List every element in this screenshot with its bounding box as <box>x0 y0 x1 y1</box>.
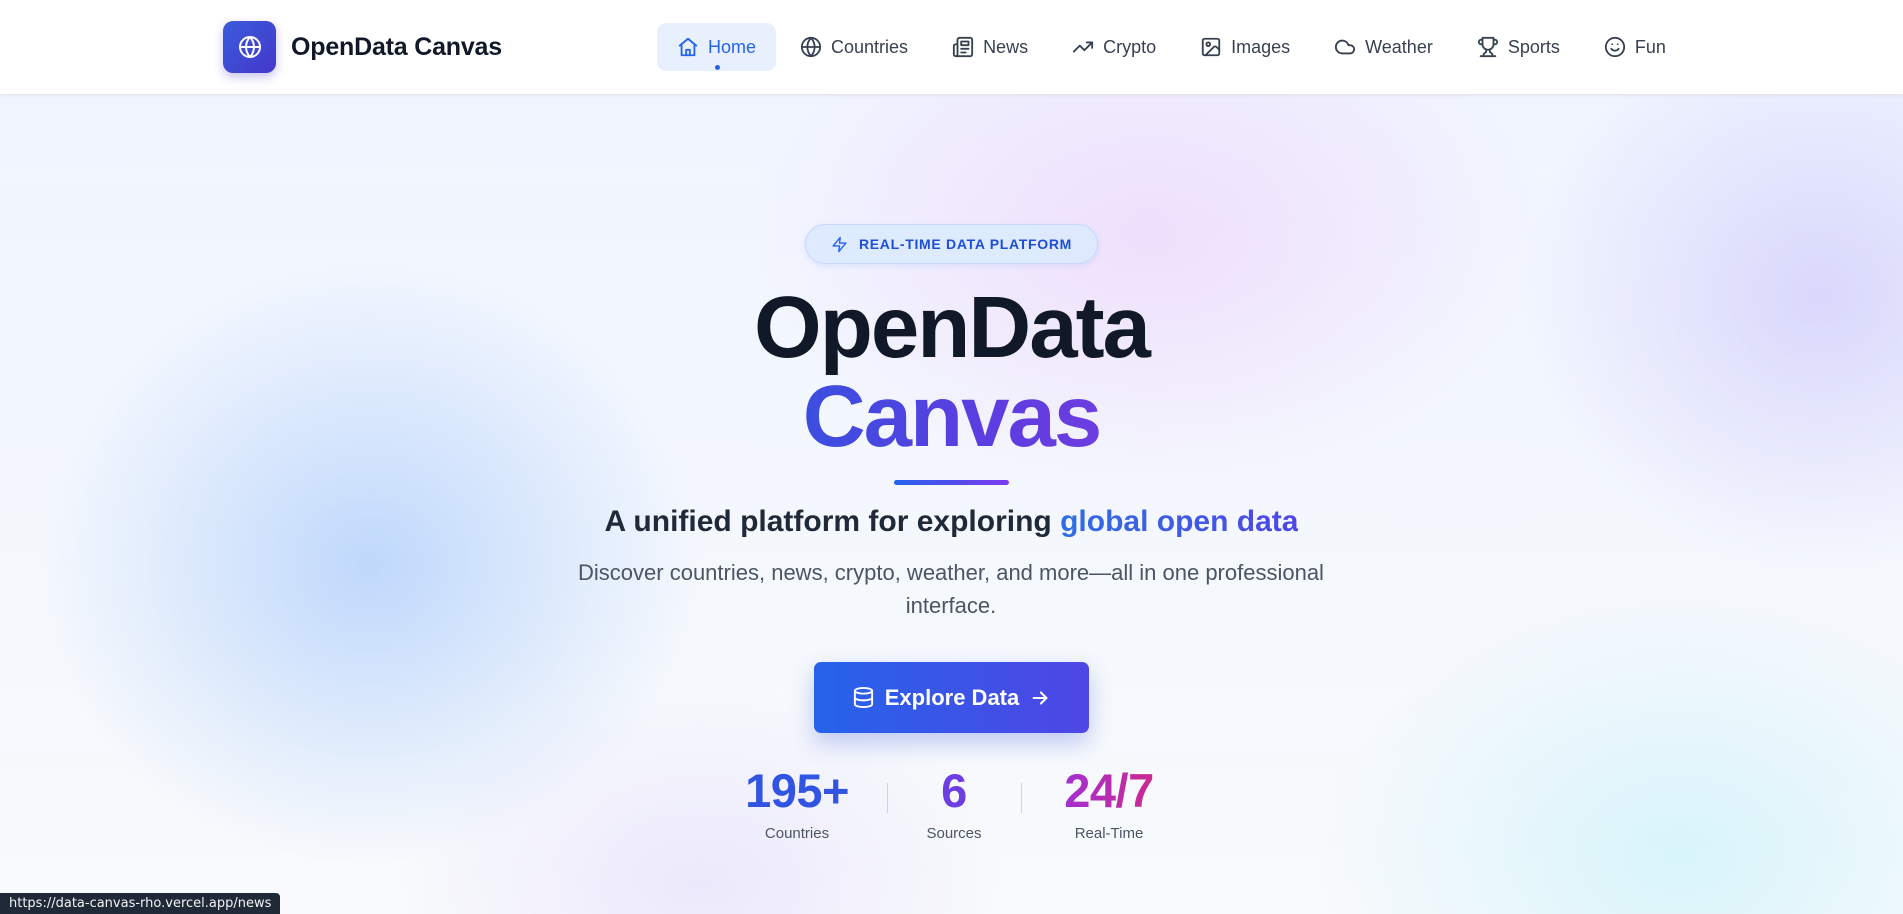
stat-label: Sources <box>926 825 982 842</box>
hero-title-accent: Canvas <box>802 368 1103 465</box>
stat-value: 6 <box>941 764 967 817</box>
nav-item-crypto[interactable]: Crypto <box>1052 23 1176 71</box>
zap-icon <box>832 236 847 252</box>
tagline-accent: global open data <box>1060 505 1299 538</box>
nav-item-sports[interactable]: Sports <box>1457 23 1580 71</box>
arrow-right-icon <box>1032 690 1048 705</box>
explore-data-label: Explore Data <box>884 684 1020 710</box>
image-icon <box>1201 37 1221 57</box>
tagline-prefix: A unified platform for exploring <box>604 505 1061 538</box>
nav-item-images[interactable]: Images <box>1180 23 1310 71</box>
stat-realtime: 24/7 Real-Time <box>1029 765 1189 843</box>
nav-item-label: Sports <box>1507 36 1560 57</box>
nav-item-fun[interactable]: Fun <box>1584 23 1686 71</box>
explore-data-button[interactable]: Explore Data <box>814 662 1089 733</box>
nav-item-news[interactable]: News <box>932 23 1048 71</box>
stat-label: Countries <box>764 825 830 842</box>
stat-sources: 6 Sources <box>874 764 1034 843</box>
stat-divider <box>1021 783 1022 813</box>
nav-item-label: News <box>983 36 1029 57</box>
brand-name: OpenData Canvas <box>291 32 502 61</box>
nav-item-label: Fun <box>1634 36 1666 57</box>
link-preview-status: https://data-canvas-rho.vercel.app/news <box>0 893 281 914</box>
brand-logo <box>223 21 276 73</box>
hero-title-line1: OpenData <box>754 279 1151 376</box>
newspaper-icon <box>952 36 974 58</box>
globe-icon <box>238 36 261 58</box>
top-navbar: OpenData Canvas Home Countries News Cryp… <box>0 0 1903 95</box>
database-icon <box>853 686 873 709</box>
trophy-icon <box>1477 36 1498 58</box>
badge-label: REAL-TIME DATA PLATFORM <box>858 236 1073 252</box>
stat-value: 195+ <box>745 764 849 817</box>
brand[interactable]: OpenData Canvas <box>223 21 502 73</box>
realtime-badge: REAL-TIME DATA PLATFORM <box>805 224 1098 264</box>
hero-section: REAL-TIME DATA PLATFORM OpenData Canvas … <box>0 95 1903 914</box>
stats-row: 195+ Countries 6 Sources 24/7 Real-Time <box>0 765 1903 845</box>
title-underline <box>894 480 1009 485</box>
nav-item-home[interactable]: Home <box>657 23 777 71</box>
nav-item-label: Countries <box>831 36 909 57</box>
hero-title-line2: Canvas <box>0 367 1903 467</box>
nav-item-label: Crypto <box>1103 36 1157 57</box>
nav-item-label: Weather <box>1365 36 1433 57</box>
stat-value: 24/7 <box>1029 765 1189 817</box>
smile-icon <box>1604 36 1625 58</box>
nav-item-label: Home <box>708 36 757 57</box>
globe-icon <box>800 36 822 58</box>
main-nav: Home Countries News Crypto Images Weathe… <box>657 23 1690 71</box>
cloud-icon <box>1335 39 1356 55</box>
hero-tagline: A unified platform for exploring global … <box>0 502 1903 542</box>
trending-up-icon <box>1072 41 1094 53</box>
stat-label: Real-Time <box>1074 825 1144 842</box>
stat-countries: 195+ Countries <box>717 764 877 843</box>
home-icon <box>678 37 698 57</box>
nav-item-weather[interactable]: Weather <box>1314 23 1453 71</box>
nav-item-countries[interactable]: Countries <box>780 23 928 71</box>
nav-item-label: Images <box>1231 36 1291 57</box>
hero-subtitle: Discover countries, news, crypto, weathe… <box>578 560 1324 618</box>
